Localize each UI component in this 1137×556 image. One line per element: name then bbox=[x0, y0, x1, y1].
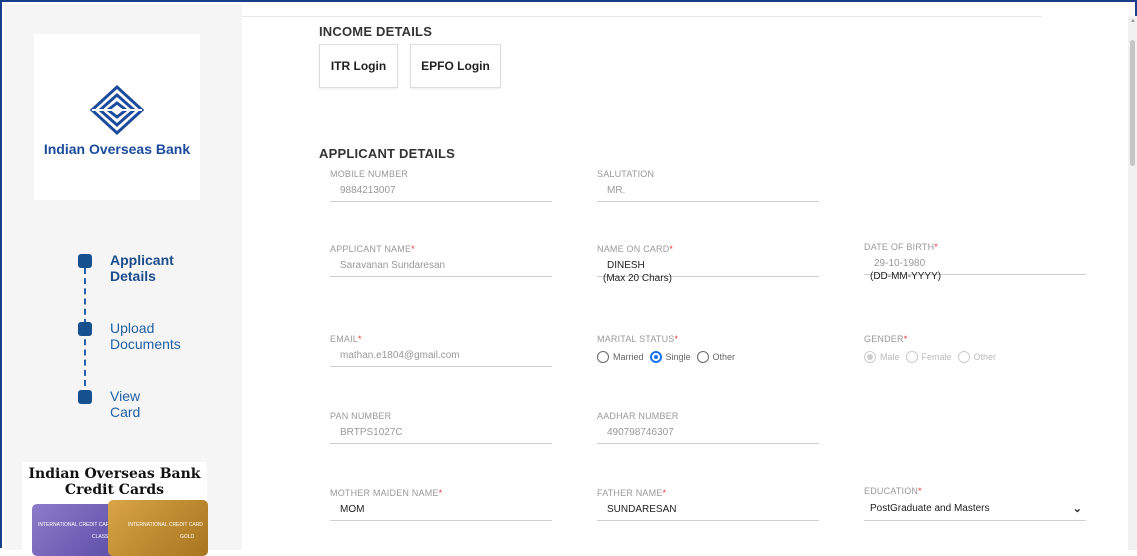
app-window: Indian Overseas Bank Applicant Details U… bbox=[0, 0, 1137, 556]
mother-label: MOTHER MAIDEN NAME* bbox=[330, 488, 443, 498]
applicant-name-field[interactable]: APPLICANT NAME* Saravanan Sundaresan bbox=[330, 244, 552, 277]
radio-label: Female bbox=[921, 352, 952, 362]
step-marker-view bbox=[78, 390, 92, 404]
name-on-card-field[interactable]: NAME ON CARD* DINESH (Max 20 Chars) bbox=[597, 244, 819, 284]
mobile-label: MOBILE NUMBER bbox=[330, 169, 409, 179]
main-content: INCOME DETAILS ITR Login EPFO Login APPL… bbox=[242, 4, 1128, 550]
marital-married-radio[interactable]: Married bbox=[597, 351, 644, 363]
card2-tier: GOLD bbox=[180, 534, 195, 540]
income-details-title: INCOME DETAILS bbox=[319, 24, 433, 39]
card1-text: INTERNATIONAL CREDIT CARD bbox=[38, 522, 113, 528]
card2-text: INTERNATIONAL CREDIT CARD bbox=[128, 522, 203, 528]
education-field[interactable]: EDUCATION* PostGraduate and Masters ⌄ bbox=[864, 486, 1086, 521]
chevron-down-icon: ⌄ bbox=[1072, 503, 1082, 515]
father-label: FATHER NAME* bbox=[597, 488, 667, 498]
radio-circle-selected bbox=[864, 351, 876, 363]
applicant-details-title: APPLICANT DETAILS bbox=[319, 146, 456, 161]
email-field[interactable]: EMAIL* mathan.e1804@gmail.com bbox=[330, 334, 552, 367]
marital-other-radio[interactable]: Other bbox=[696, 351, 736, 363]
radio-circle bbox=[696, 351, 709, 363]
radio-circle bbox=[597, 351, 609, 363]
itr-login-button[interactable]: ITR Login bbox=[319, 44, 398, 88]
promo-title-line2: Credit Cards bbox=[64, 482, 165, 498]
pan-number-field[interactable]: PAN NUMBER BRTPS1027C bbox=[330, 411, 552, 444]
mobile-number-field[interactable]: MOBILE NUMBER 9884213007 bbox=[330, 169, 552, 202]
mother-input[interactable]: MOM bbox=[330, 500, 552, 521]
applicant-name-label: APPLICANT NAME* bbox=[330, 244, 415, 254]
scrollbar-thumb[interactable] bbox=[1130, 40, 1135, 166]
education-select[interactable]: PostGraduate and Masters ⌄ bbox=[864, 498, 1086, 521]
applicant-name-input[interactable]: Saravanan Sundaresan bbox=[330, 256, 552, 277]
step-marker-upload bbox=[78, 322, 92, 336]
sidebar: Indian Overseas Bank Applicant Details U… bbox=[4, 4, 242, 556]
radio-label: Married bbox=[613, 352, 644, 362]
step-applicant-details[interactable]: Applicant Details bbox=[110, 252, 174, 284]
classic-card-image: INTERNATIONAL CREDIT CARD CLASSIC bbox=[32, 504, 118, 556]
aadhar-label: AADHAR NUMBER bbox=[597, 411, 679, 421]
mobile-input[interactable]: 9884213007 bbox=[330, 181, 552, 202]
education-label: EDUCATION* bbox=[864, 486, 922, 496]
date-of-birth-field[interactable]: DATE OF BIRTH* 29-10-1980 (DD-MM-YYYY) bbox=[864, 242, 1086, 282]
pan-input[interactable]: BRTPS1027C bbox=[330, 423, 552, 444]
marital-status-field: MARITAL STATUS* Married Single Other bbox=[597, 334, 819, 368]
promo-title: Indian Overseas Bank Credit Cards bbox=[22, 466, 207, 498]
bank-logo: Indian Overseas Bank bbox=[34, 34, 200, 200]
vertical-scrollbar[interactable]: ▲ bbox=[1128, 16, 1137, 550]
epfo-login-button[interactable]: EPFO Login bbox=[410, 44, 501, 88]
radio-label: Other bbox=[712, 352, 736, 362]
scroll-up-icon[interactable]: ▲ bbox=[1130, 18, 1136, 24]
marital-label: MARITAL STATUS* bbox=[597, 334, 679, 344]
name-on-card-label: NAME ON CARD* bbox=[597, 244, 674, 254]
aadhar-input[interactable]: 490798746307 bbox=[597, 423, 819, 444]
promo-title-line1: Indian Overseas Bank bbox=[28, 466, 201, 482]
dob-hint: (DD-MM-YYYY) bbox=[870, 271, 942, 282]
aadhar-number-field[interactable]: AADHAR NUMBER 490798746307 bbox=[597, 411, 819, 444]
gender-radio-group: Male Female Other bbox=[864, 346, 1086, 368]
father-name-field[interactable]: FATHER NAME* SUNDARESAN bbox=[597, 488, 819, 521]
father-input[interactable]: SUNDARESAN bbox=[597, 500, 819, 521]
credit-card-promo: Indian Overseas Bank Credit Cards INTERN… bbox=[22, 462, 208, 556]
radio-label: Male bbox=[880, 352, 900, 362]
radio-circle bbox=[905, 351, 918, 363]
radio-label: Other bbox=[973, 352, 997, 362]
bank-emblem-icon bbox=[89, 84, 145, 136]
marital-single-radio[interactable]: Single bbox=[649, 351, 691, 363]
gender-female-radio[interactable]: Female bbox=[905, 351, 952, 363]
step-view-card[interactable]: View Card bbox=[110, 388, 140, 420]
pan-label: PAN NUMBER bbox=[330, 411, 392, 421]
step-upload-documents[interactable]: Upload Documents bbox=[110, 320, 181, 352]
name-on-card-hint: (Max 20 Chars) bbox=[603, 273, 672, 284]
gender-field: GENDER* Male Female Other bbox=[864, 334, 1086, 368]
salutation-label: SALUTATION bbox=[597, 169, 655, 179]
step-marker-applicant bbox=[78, 254, 92, 268]
gender-other-radio[interactable]: Other bbox=[957, 351, 997, 363]
dob-label: DATE OF BIRTH* bbox=[864, 242, 938, 252]
bank-name: Indian Overseas Bank bbox=[43, 141, 191, 157]
salutation-field[interactable]: SALUTATION MR. bbox=[597, 169, 819, 202]
education-value: PostGraduate and Masters bbox=[870, 503, 990, 514]
marital-radio-group: Married Single Other bbox=[597, 346, 819, 368]
email-label: EMAIL* bbox=[330, 334, 362, 344]
radio-label: Single bbox=[665, 352, 691, 362]
mother-maiden-name-field[interactable]: MOTHER MAIDEN NAME* MOM bbox=[330, 488, 552, 521]
gender-label: GENDER* bbox=[864, 334, 908, 344]
radio-circle-selected bbox=[649, 351, 662, 363]
radio-circle bbox=[957, 351, 970, 363]
email-input[interactable]: mathan.e1804@gmail.com bbox=[330, 346, 552, 367]
gender-male-radio[interactable]: Male bbox=[864, 351, 900, 363]
salutation-input[interactable]: MR. bbox=[597, 181, 819, 202]
